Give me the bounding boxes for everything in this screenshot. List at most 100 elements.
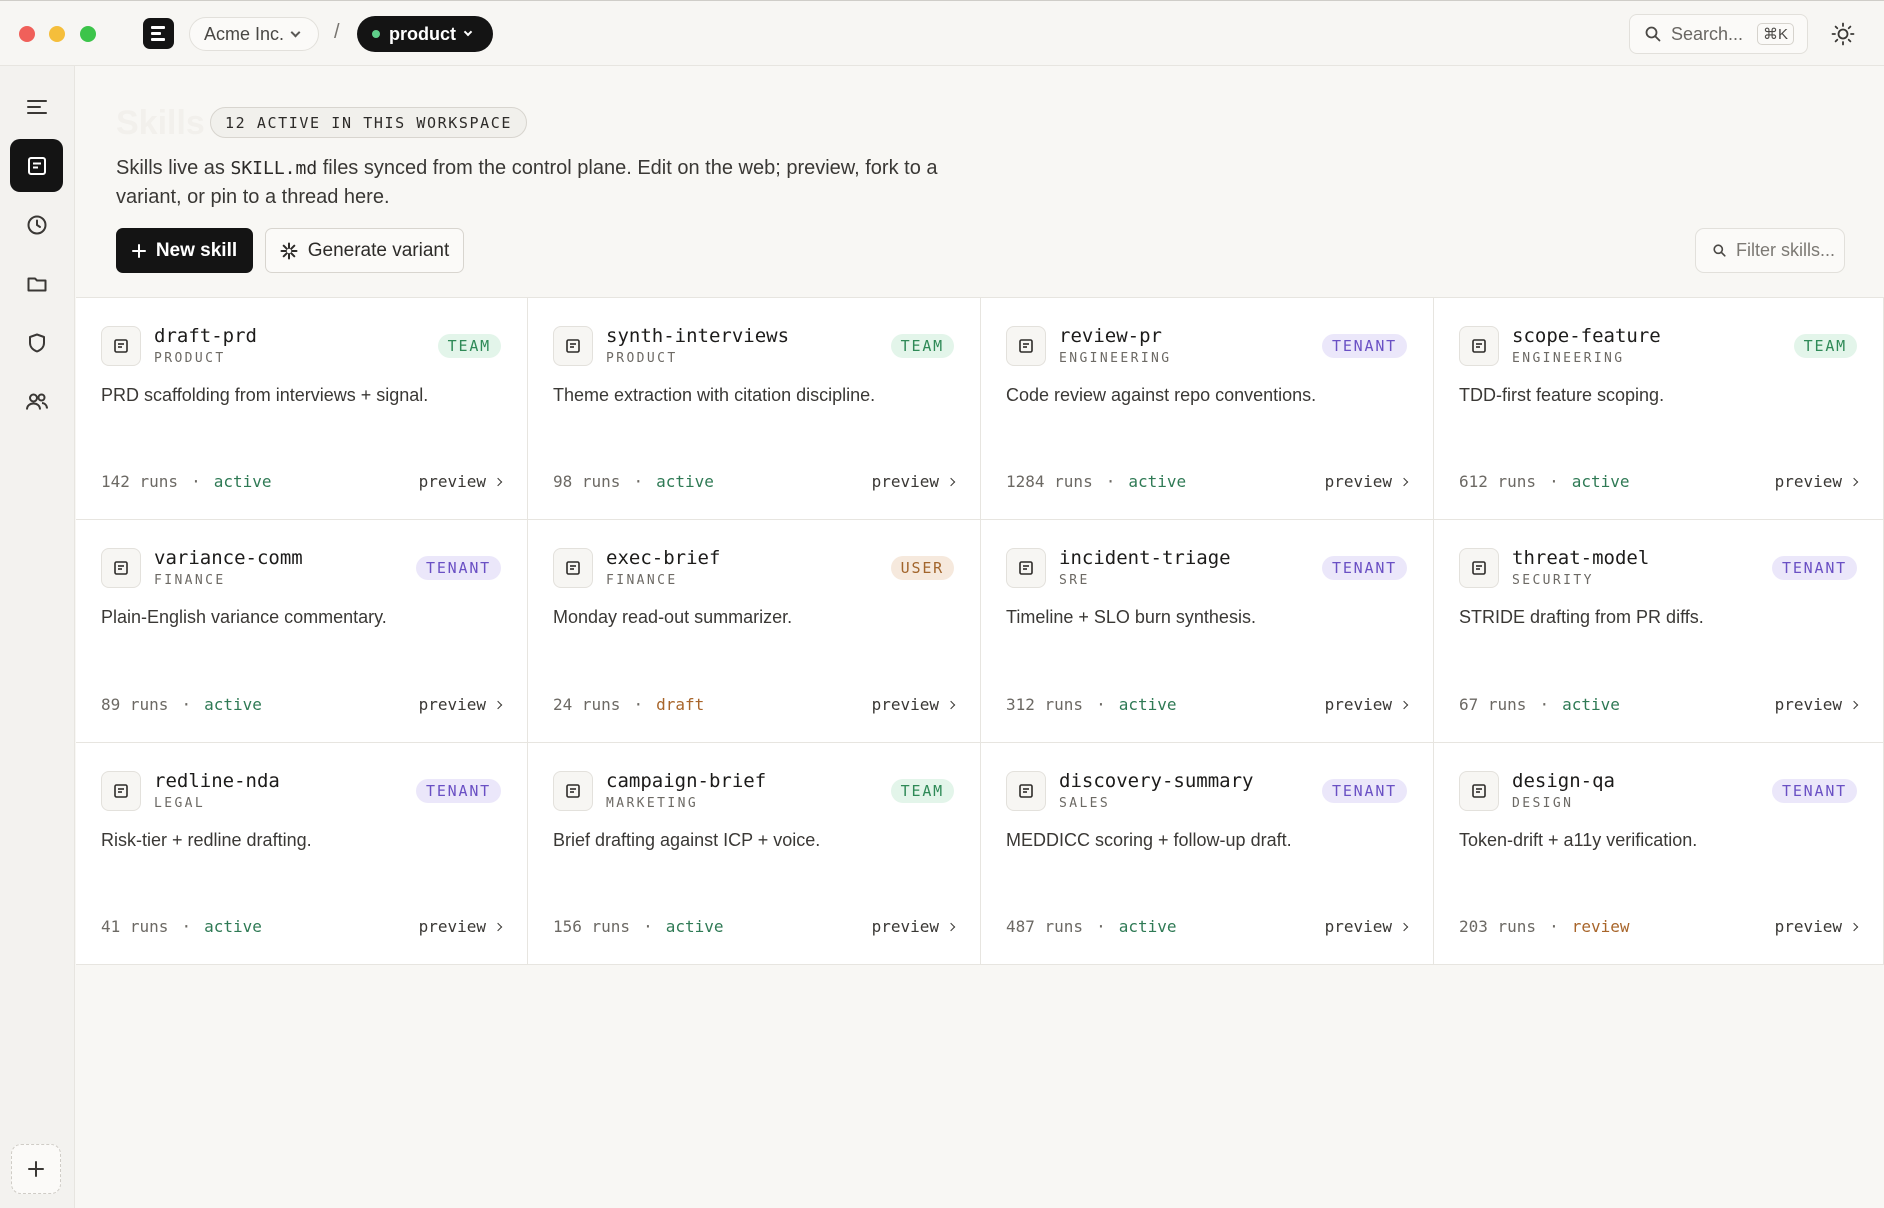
- skill-category: ENGINEERING: [1059, 351, 1172, 366]
- menu-toggle-button[interactable]: [10, 80, 63, 133]
- skill-card[interactable]: review-pr ENGINEERING TENANT Code review ag…: [981, 298, 1434, 520]
- window-minimize-button[interactable]: [49, 26, 65, 42]
- page-description: Skills live as SKILL.md files synced fro…: [116, 154, 966, 211]
- skill-card[interactable]: campaign-brief MARKETING TEAM Brief draftin…: [528, 743, 981, 965]
- status-label: active: [213, 472, 272, 491]
- skill-name[interactable]: exec-brief: [606, 547, 720, 569]
- scope-badge: TENANT: [1772, 556, 1857, 580]
- sidebar-item-files[interactable]: [10, 257, 63, 310]
- footer-separator: ·: [191, 472, 201, 491]
- scope-badge: TENANT: [1322, 556, 1407, 580]
- scope-badge: TENANT: [1322, 334, 1407, 358]
- skill-footer: 67 runs · active preview: [1459, 695, 1859, 714]
- org-switcher[interactable]: Acme Inc.: [189, 17, 319, 51]
- preview-link[interactable]: preview: [1775, 917, 1859, 936]
- status-label: active: [665, 917, 724, 936]
- preview-label: preview: [871, 695, 939, 714]
- sidebar-item-skills[interactable]: [10, 139, 63, 192]
- skill-name[interactable]: variance-comm: [154, 547, 303, 569]
- preview-label: preview: [1324, 472, 1392, 491]
- skill-card[interactable]: scope-feature ENGINEERING TEAM TDD-first fe…: [1434, 298, 1884, 520]
- run-count: 1284 runs: [1006, 472, 1093, 491]
- run-count: 612 runs: [1459, 472, 1537, 491]
- skill-name[interactable]: synth-interviews: [606, 325, 789, 347]
- status-label: active: [1118, 917, 1177, 936]
- preview-link[interactable]: preview: [1325, 917, 1409, 936]
- preview-link[interactable]: preview: [1324, 472, 1409, 491]
- preview-link[interactable]: preview: [1325, 695, 1409, 714]
- footer-separator: ·: [181, 917, 192, 936]
- skill-card[interactable]: synth-interviews PRODUCT TEAM Theme extract…: [528, 298, 981, 520]
- scope-badge: TEAM: [890, 334, 954, 358]
- skill-card[interactable]: discovery-summary SALES TENANT MEDDICC scor…: [981, 743, 1434, 965]
- project-switcher[interactable]: product: [357, 16, 493, 52]
- skill-footer: 612 runs · active preview: [1459, 472, 1859, 491]
- skill-name[interactable]: draft-prd: [154, 325, 257, 347]
- preview-link[interactable]: preview: [1775, 695, 1859, 714]
- scope-badge: TENANT: [416, 556, 501, 580]
- chevron-right-icon: [946, 477, 956, 486]
- preview-label: preview: [871, 472, 939, 491]
- sidebar-item-history[interactable]: [10, 198, 63, 251]
- scope-badge: USER: [890, 556, 954, 580]
- skill-name[interactable]: discovery-summary: [1059, 770, 1253, 792]
- skill-file-icon: [1459, 326, 1499, 366]
- app-logo-icon[interactable]: [143, 18, 174, 49]
- skill-footer: 41 runs · active preview: [101, 917, 503, 936]
- preview-link[interactable]: preview: [419, 917, 503, 936]
- window-close-button[interactable]: [19, 26, 35, 42]
- skill-description: TDD-first feature scoping.: [1459, 385, 1665, 405]
- preview-link[interactable]: preview: [871, 472, 956, 491]
- skill-card[interactable]: redline-nda LEGAL TENANT Risk-tier + redlin…: [76, 743, 528, 965]
- skill-name[interactable]: scope-feature: [1512, 325, 1661, 347]
- generate-variant-button[interactable]: Generate variant: [265, 228, 464, 273]
- skill-footer: 487 runs · active preview: [1006, 917, 1409, 936]
- skill-name[interactable]: review-pr: [1059, 325, 1162, 347]
- footer-separator: ·: [1096, 695, 1106, 714]
- preview-link[interactable]: preview: [418, 472, 503, 491]
- run-count: 487 runs: [1006, 917, 1084, 936]
- skill-category: PRODUCT: [154, 351, 226, 366]
- skill-footer: 1284 runs · active preview: [1006, 472, 1409, 491]
- filter-skills-input[interactable]: Filter skills...: [1695, 228, 1845, 273]
- skill-card[interactable]: incident-triage SRE TENANT Timeline + SLO b…: [981, 520, 1434, 743]
- skill-file-icon: [1006, 548, 1046, 588]
- new-skill-button[interactable]: New skill: [116, 228, 253, 273]
- chevron-right-icon: [946, 700, 956, 709]
- scope-badge: TEAM: [890, 779, 954, 803]
- preview-label: preview: [418, 695, 486, 714]
- skill-name[interactable]: incident-triage: [1059, 547, 1231, 569]
- footer-separator: ·: [181, 695, 192, 714]
- generate-variant-label: Generate variant: [307, 239, 450, 261]
- preview-link[interactable]: preview: [871, 695, 956, 714]
- skill-category: SECURITY: [1512, 573, 1594, 588]
- scope-badge: TENANT: [416, 779, 501, 803]
- preview-link[interactable]: preview: [418, 695, 503, 714]
- skill-description: Timeline + SLO burn synthesis.: [1006, 607, 1256, 627]
- skill-card[interactable]: draft-prd PRODUCT TEAM PRD scaffolding from…: [76, 298, 528, 520]
- skill-file-icon: [553, 771, 593, 811]
- skill-description: Code review against repo conventions.: [1006, 385, 1317, 405]
- preview-label: preview: [418, 472, 486, 491]
- skill-card[interactable]: variance-comm FINANCE TENANT Plain-English …: [76, 520, 528, 743]
- project-name: product: [389, 23, 456, 44]
- skill-name[interactable]: design-qa: [1512, 770, 1615, 792]
- skill-name[interactable]: campaign-brief: [606, 770, 766, 792]
- skill-card[interactable]: exec-brief FINANCE USER Monday read-out sum…: [528, 520, 981, 743]
- preview-link[interactable]: preview: [872, 917, 956, 936]
- skill-description: Token-drift + a11y verification.: [1459, 830, 1698, 850]
- skill-file-icon: [1459, 771, 1499, 811]
- skill-name[interactable]: threat-model: [1512, 547, 1649, 569]
- add-button[interactable]: [11, 1144, 61, 1194]
- skill-card[interactable]: design-qa DESIGN TENANT Token-drift + a11y …: [1434, 743, 1884, 965]
- skill-name[interactable]: redline-nda: [154, 770, 280, 792]
- skill-file-code: SKILL.md: [230, 158, 318, 179]
- sidebar-item-security[interactable]: [10, 316, 63, 369]
- window-zoom-button[interactable]: [80, 26, 96, 42]
- preview-link[interactable]: preview: [1775, 472, 1859, 491]
- status-label: active: [1571, 472, 1630, 491]
- theme-toggle-button[interactable]: [1830, 21, 1856, 47]
- search-button[interactable]: Search... ⌘K: [1629, 14, 1808, 54]
- skill-card[interactable]: threat-model SECURITY TENANT STRIDE draftin…: [1434, 520, 1884, 743]
- sidebar-item-people[interactable]: [10, 375, 63, 428]
